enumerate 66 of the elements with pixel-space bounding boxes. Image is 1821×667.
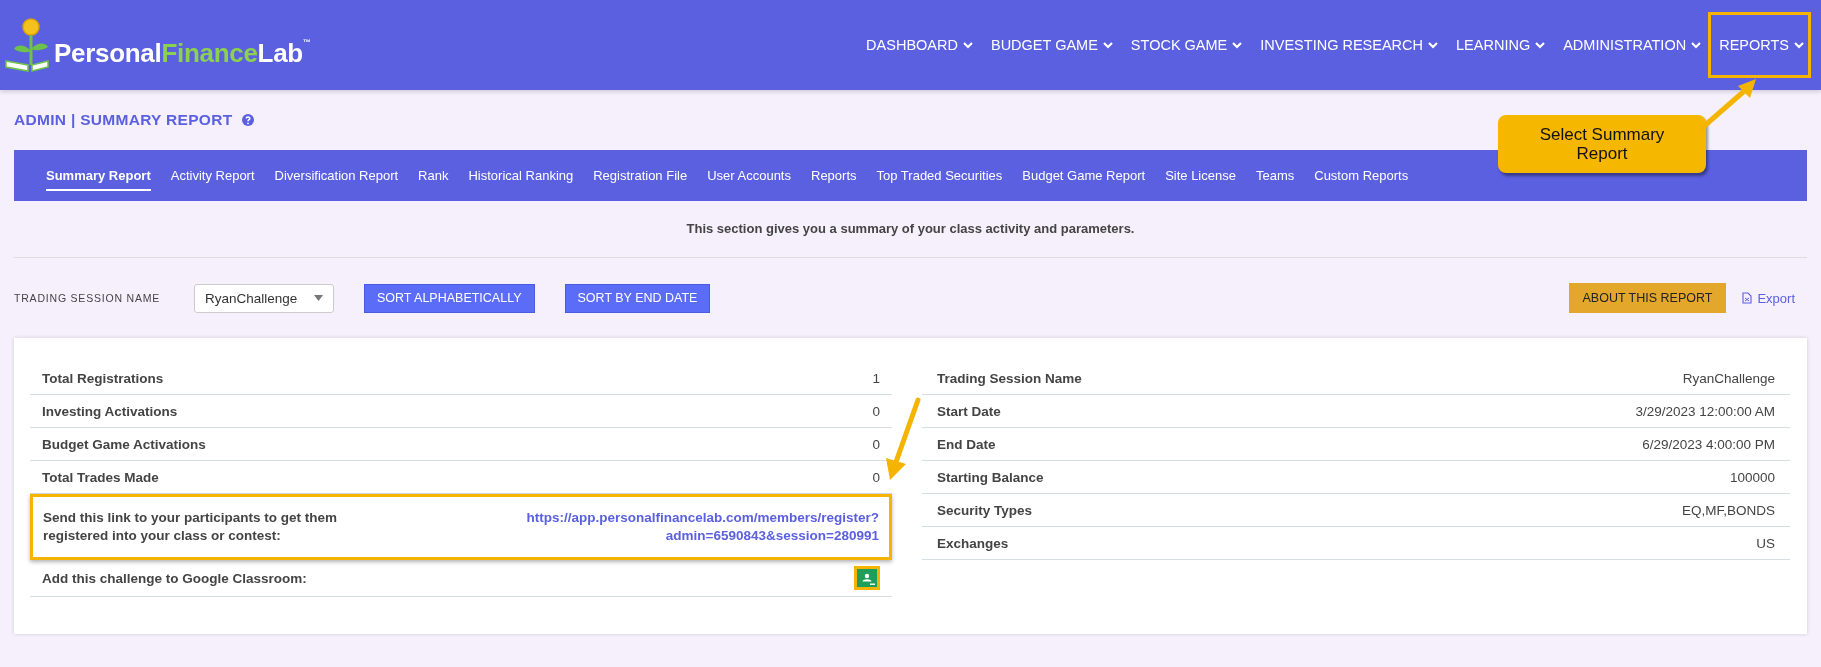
report-tab[interactable]: Historical Ranking [468, 160, 574, 191]
report-tab[interactable]: Registration File [593, 160, 688, 191]
registration-link[interactable]: https://app.personalfinancelab.com/members/register?admin=6590843&session=280991 [526, 509, 879, 545]
nav-menu-item[interactable]: DASHBOARD [855, 12, 980, 78]
report-tab[interactable]: Budget Game Report [1022, 160, 1146, 191]
callout-box: Select Summary Report [1498, 115, 1706, 173]
page-title: ADMIN | SUMMARY REPORT [14, 111, 233, 129]
chevron-down-icon [1428, 41, 1439, 49]
sort-alphabetically-button[interactable]: SORT ALPHABETICALLY [364, 283, 535, 313]
report-tab[interactable]: Reports [811, 160, 857, 191]
report-tab[interactable]: Site License [1165, 160, 1236, 191]
report-tab[interactable]: Summary Report [46, 160, 151, 191]
row-value: 6/29/2023 4:00:00 PM [1642, 436, 1775, 452]
row-label: Total Registrations [42, 370, 164, 386]
row-label: Exchanges [937, 535, 1009, 551]
row-label: Investing Activations [42, 403, 178, 419]
row-value: 0 [872, 469, 880, 485]
about-report-button[interactable]: ABOUT THIS REPORT [1568, 283, 1727, 313]
chevron-down-icon [1794, 41, 1804, 49]
nav-menu-item[interactable]: LEARNING [1445, 12, 1553, 78]
row-value: US [1756, 535, 1775, 551]
logo-text: PersonalFinanceLab$^{™}$ [54, 38, 311, 69]
row-label: Starting Balance [937, 469, 1044, 485]
row-value: 0 [872, 403, 880, 419]
nav-menu-item[interactable]: ADMINISTRATION [1552, 12, 1709, 78]
nav-menu-item[interactable]: INVESTING RESEARCH [1249, 12, 1446, 78]
report-tab[interactable]: Diversification Report [274, 160, 399, 191]
nav-menu-item[interactable]: REPORTS [1708, 12, 1811, 78]
session-label: TRADING SESSION NAME [14, 292, 162, 304]
row-value: 1 [872, 370, 880, 386]
row-value: 3/29/2023 12:00:00 AM [1635, 403, 1775, 419]
row-value: 0 [872, 436, 880, 452]
row-value: RyanChallenge [1682, 370, 1775, 386]
classroom-button[interactable] [854, 566, 880, 590]
chevron-down-icon [962, 41, 973, 49]
row-value: EQ,MF,BONDS [1682, 502, 1775, 518]
row-label: Start Date [937, 403, 1001, 419]
caret-icon [314, 295, 323, 301]
report-tab[interactable]: Custom Reports [1314, 160, 1409, 191]
report-tab[interactable]: User Accounts [707, 160, 791, 191]
classroom-icon [857, 569, 877, 587]
section-description: This section gives you a summary of your class activity and parameters. [685, 221, 1136, 238]
report-tab[interactable]: Top Traded Securities [876, 160, 1003, 191]
row-value: 100000 [1729, 469, 1775, 485]
nav-menu-item[interactable]: BUDGET GAME [979, 12, 1120, 78]
row-label: Budget Game Activations [42, 436, 206, 452]
row-label: Trading Session Name [937, 370, 1082, 386]
session-dropdown[interactable]: RyanChallenge [194, 283, 334, 313]
nav-menu-item[interactable]: STOCK GAME [1119, 12, 1250, 78]
row-label: Total Trades Made [42, 469, 159, 485]
chevron-down-icon [1691, 41, 1702, 49]
report-tab[interactable]: Activity Report [170, 160, 255, 191]
chevron-down-icon [1535, 41, 1546, 49]
chevron-down-icon [1102, 41, 1113, 49]
export-link[interactable]: Export [1742, 290, 1795, 306]
help-icon[interactable] [242, 114, 255, 126]
row-label: Security Types [937, 502, 1033, 518]
plant-book-logo-icon [4, 17, 50, 73]
report-tab[interactable]: Teams [1255, 160, 1295, 191]
sort-by-end-date-button[interactable]: SORT BY END DATE [564, 283, 711, 313]
document-icon [1742, 292, 1753, 304]
row-label: End Date [937, 436, 996, 452]
row-label: Add this challenge to Google Classroom: [42, 570, 307, 586]
row-label: Send this link to your participants to get them registered into your class or contest: [43, 509, 339, 545]
chevron-down-icon [1232, 41, 1243, 49]
report-tab[interactable]: Rank [418, 160, 449, 191]
